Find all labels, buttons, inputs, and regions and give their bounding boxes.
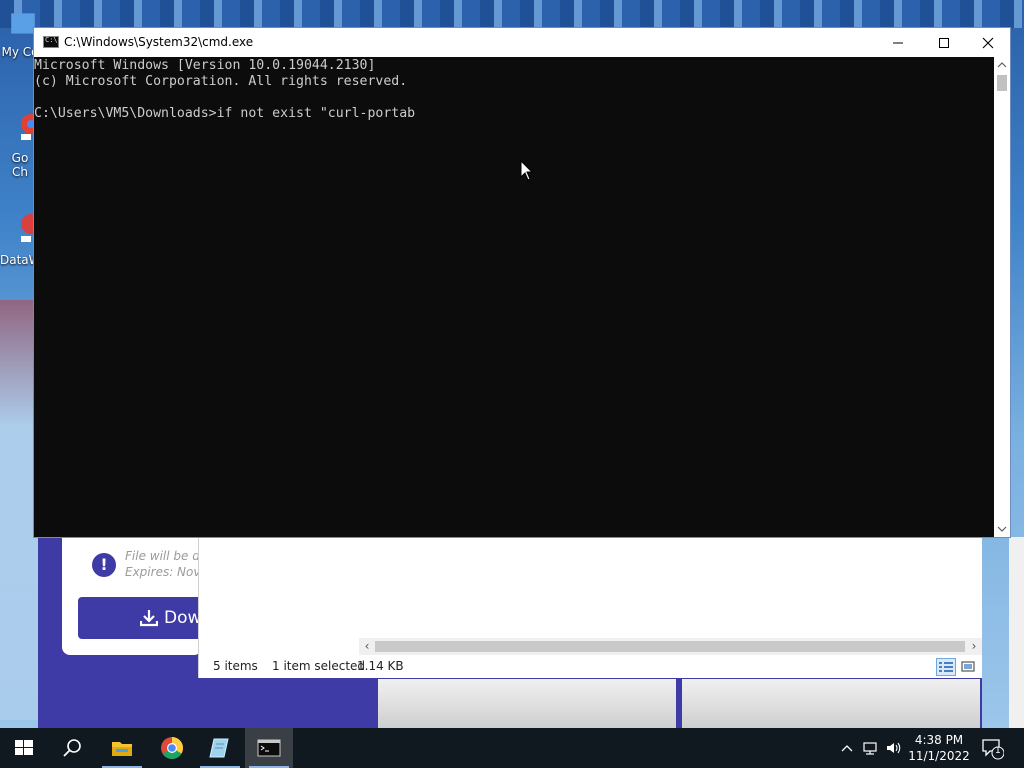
show-hidden-icons-icon[interactable] (839, 740, 855, 756)
selection-size: 1.14 KB (357, 659, 404, 673)
volume-icon[interactable] (885, 740, 901, 756)
download-button[interactable]: Dow (78, 597, 202, 639)
minimize-icon (893, 42, 903, 44)
window-title: C:\Windows\System32\cmd.exe (64, 35, 254, 49)
selection-count: 1 item selected (272, 659, 366, 673)
horizontal-scrollbar[interactable]: ‹ › (359, 638, 982, 655)
chrome-icon (161, 737, 183, 759)
details-view-icon (939, 662, 953, 672)
start-icon (15, 740, 33, 755)
cmd-window[interactable]: C:\Windows\System32\cmd.exe Microsoft Wi… (33, 27, 1011, 538)
close-button[interactable] (964, 28, 1010, 57)
image-thumbnail[interactable] (378, 679, 676, 728)
large-icons-view-button[interactable] (958, 658, 978, 676)
close-icon (982, 37, 994, 49)
alert-icon: ! (92, 553, 116, 577)
network-icon[interactable] (862, 740, 878, 756)
scroll-left-icon[interactable]: ‹ (359, 638, 375, 655)
scrollbar-thumb[interactable] (375, 641, 965, 652)
expiry-notice: File will be de (125, 549, 208, 563)
maximize-button[interactable] (920, 28, 966, 57)
console-prompt-line[interactable]: C:\Users\VM5\Downloads>if not exist "cur… (34, 106, 994, 122)
large-icons-view-icon (961, 661, 975, 672)
file-explorer-window: ‹ › 5 items 1 item selected 1.14 KB (198, 538, 982, 678)
cmd-icon (257, 739, 281, 757)
taskbar-file-explorer[interactable] (98, 728, 146, 768)
search-button[interactable] (48, 728, 96, 768)
scroll-right-icon[interactable]: › (966, 638, 982, 655)
taskbar-cmd[interactable] (245, 728, 293, 768)
expiry-date: Expires: Nov (125, 565, 201, 579)
search-icon (63, 739, 81, 757)
taskbar-chrome[interactable] (148, 728, 196, 768)
browser-scrollbar[interactable] (1009, 537, 1024, 728)
details-view-button[interactable] (936, 658, 956, 676)
clock-date: 11/1/2022 (908, 749, 970, 763)
cmd-app-icon[interactable] (43, 36, 59, 48)
scroll-down-icon[interactable] (994, 521, 1010, 537)
wallpaper-pattern (0, 0, 1024, 28)
scrollbar-thumb[interactable] (997, 75, 1007, 91)
console-scrollbar[interactable] (994, 57, 1010, 537)
image-thumbnail[interactable] (682, 679, 980, 728)
file-explorer-icon (112, 742, 132, 756)
window-titlebar[interactable]: C:\Windows\System32\cmd.exe (34, 28, 1010, 57)
console-line: (c) Microsoft Corporation. All rights re… (34, 74, 408, 89)
minimize-button[interactable] (874, 28, 920, 57)
notepad-icon (209, 738, 229, 758)
notification-count: 1 (995, 746, 1001, 756)
taskbar-clock[interactable]: 4:38 PM 11/1/2022 (904, 732, 974, 764)
maximize-icon (939, 38, 949, 48)
taskbar: 4:38 PM 11/1/2022 1 (0, 728, 1024, 768)
start-button[interactable] (0, 728, 48, 768)
download-icon (140, 610, 158, 627)
console-output[interactable]: Microsoft Windows [Version 10.0.19044.21… (34, 57, 994, 537)
item-count: 5 items (213, 659, 258, 673)
mouse-cursor-icon (520, 160, 534, 181)
download-button-label: Dow (164, 608, 202, 628)
taskbar-notepad[interactable] (196, 728, 244, 768)
console-line: Microsoft Windows [Version 10.0.19044.21… (34, 58, 376, 73)
clock-time: 4:38 PM (914, 733, 964, 747)
action-center-button[interactable]: 1 (980, 736, 1005, 760)
status-bar: 5 items 1 item selected 1.14 KB (199, 656, 982, 678)
scroll-up-icon[interactable] (994, 57, 1010, 73)
